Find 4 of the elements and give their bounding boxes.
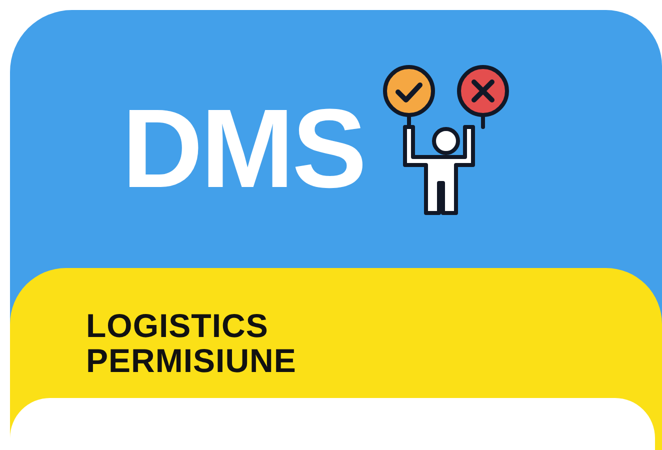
banner-title: LOGISTICS: [86, 308, 270, 343]
logo-text: DMS: [122, 93, 365, 205]
banner-title: PERMISIUNE: [86, 343, 298, 378]
person-holding-signs-icon: [382, 65, 509, 215]
